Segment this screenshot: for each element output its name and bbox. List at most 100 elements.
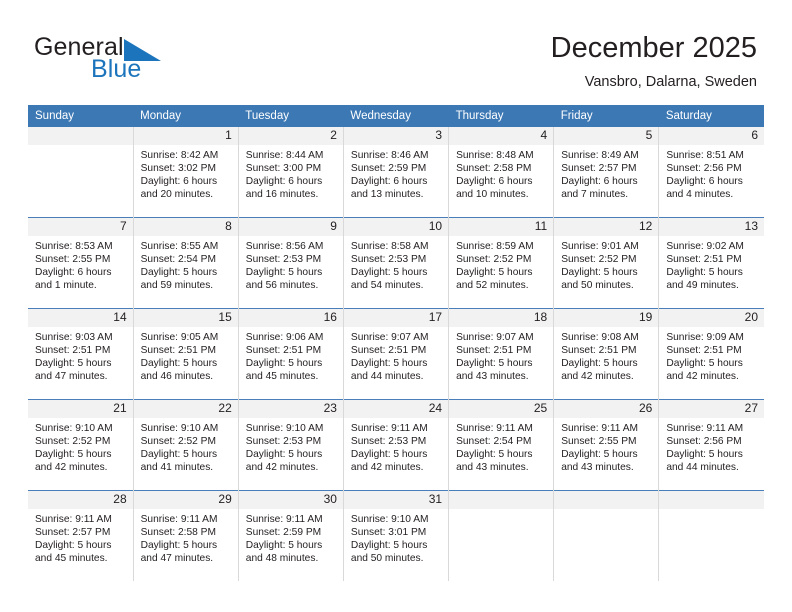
sunrise-text: Sunrise: 9:01 AM: [561, 241, 639, 252]
calendar-day-cell[interactable]: 7 Sunrise: 8:53 AM Sunset: 2:55 PM Daylight…: [28, 217, 134, 309]
calendar-week-row: 21 Sunrise: 9:10 AM Sunset: 2:52 PM Dayligh…: [28, 399, 764, 491]
daylight-text: Daylight: 5 hours: [350, 267, 428, 279]
calendar-day-cell[interactable]: 23 Sunrise: 9:10 AM Sunset: 2:53 PM Dayligh…: [238, 399, 344, 491]
day-number: 26: [554, 400, 659, 418]
calendar-day-cell[interactable]: 25 Sunrise: 9:11 AM Sunset: 2:54 PM Dayligh…: [448, 399, 555, 491]
daylight-text: Daylight: 5 hours: [140, 358, 218, 370]
day-cell-inner: [554, 491, 659, 581]
day-details: Sunrise: 9:10 AM Sunset: 3:01 PM Daylight:…: [344, 509, 448, 565]
day-cell-inner: 2 Sunrise: 8:44 AM Sunset: 3:00 PM Daylight…: [238, 127, 343, 217]
daylight-text: Daylight: 5 hours: [35, 540, 112, 552]
day-details: Sunrise: 9:11 AM Sunset: 2:56 PM Daylight:…: [659, 418, 764, 474]
sunrise-text: Sunrise: 8:42 AM: [140, 150, 219, 161]
sunrise-text: Sunrise: 8:59 AM: [456, 241, 534, 252]
calendar-day-cell[interactable]: 24 Sunrise: 9:11 AM Sunset: 2:53 PM Dayligh…: [343, 399, 450, 491]
day-details: Sunrise: 9:10 AM Sunset: 2:52 PM Daylight:…: [134, 418, 238, 474]
calendar-day-cell[interactable]: 14 Sunrise: 9:03 AM Sunset: 2:51 PM Dayligh…: [28, 308, 134, 400]
day-cell-inner: 21 Sunrise: 9:10 AM Sunset: 2:52 PM Dayligh…: [28, 400, 133, 490]
calendar-day-cell[interactable]: 2 Sunrise: 8:44 AM Sunset: 3:00 PM Daylight…: [238, 127, 344, 218]
calendar-day-cell[interactable]: 30 Sunrise: 9:11 AM Sunset: 2:59 PM Dayligh…: [238, 490, 344, 581]
calendar-day-cell[interactable]: 15 Sunrise: 9:05 AM Sunset: 2:51 PM Dayligh…: [133, 308, 239, 400]
day-number: 27: [659, 400, 764, 418]
calendar-day-cell[interactable]: 17 Sunrise: 9:07 AM Sunset: 2:51 PM Dayligh…: [343, 308, 450, 400]
calendar-day-cell[interactable]: 22 Sunrise: 9:10 AM Sunset: 2:52 PM Dayligh…: [133, 399, 239, 491]
sunset-text: Sunset: 3:01 PM: [350, 527, 427, 539]
daylight-text: and 50 minutes.: [561, 280, 634, 292]
day-cell-inner: 10 Sunrise: 8:58 AM Sunset: 2:53 PM Dayligh…: [343, 218, 449, 308]
calendar-day-cell[interactable]: 19 Sunrise: 9:08 AM Sunset: 2:51 PM Dayligh…: [553, 308, 660, 400]
calendar-day-cell[interactable]: 16 Sunrise: 9:06 AM Sunset: 2:51 PM Dayligh…: [238, 308, 344, 400]
calendar-day-cell[interactable]: 18 Sunrise: 9:07 AM Sunset: 2:51 PM Dayligh…: [448, 308, 555, 400]
daylight-text: and 47 minutes.: [140, 553, 214, 565]
day-details: Sunrise: 9:03 AM Sunset: 2:51 PM Daylight:…: [28, 327, 133, 383]
weekday-header-wednesday: Wednesday: [343, 105, 449, 127]
daylight-text: Daylight: 6 hours: [140, 176, 218, 188]
daylight-text: and 42 minutes.: [561, 371, 634, 383]
day-cell-inner: 18 Sunrise: 9:07 AM Sunset: 2:51 PM Dayligh…: [449, 309, 554, 399]
day-number: 12: [554, 218, 659, 236]
calendar-day-cell[interactable]: 21 Sunrise: 9:10 AM Sunset: 2:52 PM Dayligh…: [28, 399, 134, 491]
sunset-text: Sunset: 2:58 PM: [456, 163, 532, 175]
daylight-text: and 42 minutes.: [35, 462, 108, 474]
daylight-text: Daylight: 5 hours: [456, 449, 533, 461]
calendar-day-cell[interactable]: 3 Sunrise: 8:46 AM Sunset: 2:59 PM Daylight…: [343, 127, 450, 218]
daylight-text: Daylight: 5 hours: [350, 449, 428, 461]
day-details: Sunrise: 9:11 AM Sunset: 2:55 PM Daylight:…: [554, 418, 658, 474]
sunrise-text: Sunrise: 9:07 AM: [456, 332, 534, 343]
calendar-day-cell[interactable]: 29 Sunrise: 9:11 AM Sunset: 2:58 PM Dayligh…: [133, 490, 239, 581]
calendar-day-cell[interactable]: 28 Sunrise: 9:11 AM Sunset: 2:57 PM Dayligh…: [28, 490, 134, 581]
day-number: 6: [659, 127, 764, 145]
sunrise-text: Sunrise: 9:11 AM: [456, 423, 533, 434]
day-details: [554, 509, 658, 513]
calendar-day-cell[interactable]: 27 Sunrise: 9:11 AM Sunset: 2:56 PM Dayligh…: [658, 399, 764, 491]
day-cell-inner: 19 Sunrise: 9:08 AM Sunset: 2:51 PM Dayligh…: [554, 309, 659, 399]
daylight-text: Daylight: 5 hours: [35, 449, 112, 461]
weekday-header-saturday: Saturday: [658, 105, 764, 127]
calendar-day-cell[interactable]: 1 Sunrise: 8:42 AM Sunset: 3:02 PM Daylight…: [133, 127, 239, 218]
day-number: 1: [133, 127, 238, 145]
calendar-day-cell[interactable]: 20 Sunrise: 9:09 AM Sunset: 2:51 PM Dayligh…: [658, 308, 764, 400]
sunset-text: Sunset: 2:51 PM: [456, 345, 532, 357]
calendar-day-cell[interactable]: 11 Sunrise: 8:59 AM Sunset: 2:52 PM Dayligh…: [448, 217, 555, 309]
calendar-day-cell[interactable]: 13 Sunrise: 9:02 AM Sunset: 2:51 PM Dayligh…: [658, 217, 764, 309]
daylight-text: and 42 minutes.: [245, 462, 319, 474]
day-details: Sunrise: 9:11 AM Sunset: 2:54 PM Daylight:…: [449, 418, 553, 474]
calendar-day-cell[interactable]: 8 Sunrise: 8:55 AM Sunset: 2:54 PM Daylight…: [133, 217, 239, 309]
day-number: 31: [343, 491, 449, 509]
day-details: Sunrise: 9:02 AM Sunset: 2:51 PM Daylight:…: [659, 236, 764, 292]
sunrise-text: Sunrise: 8:44 AM: [245, 150, 324, 161]
calendar-day-cell[interactable]: 31 Sunrise: 9:10 AM Sunset: 3:01 PM Dayligh…: [343, 490, 450, 581]
day-cell-inner: 5 Sunrise: 8:49 AM Sunset: 2:57 PM Daylight…: [554, 127, 659, 217]
brand-name-blue: Blue: [91, 55, 142, 83]
calendar-day-cell[interactable]: 6 Sunrise: 8:51 AM Sunset: 2:56 PM Daylight…: [658, 127, 764, 218]
daylight-text: Daylight: 5 hours: [456, 267, 533, 279]
sunset-text: Sunset: 2:51 PM: [666, 254, 742, 266]
calendar-day-cell[interactable]: 5 Sunrise: 8:49 AM Sunset: 2:57 PM Daylight…: [553, 127, 660, 218]
day-details: Sunrise: 8:44 AM Sunset: 3:00 PM Daylight:…: [239, 145, 343, 201]
sunrise-text: Sunrise: 9:09 AM: [666, 332, 744, 343]
sunset-text: Sunset: 2:51 PM: [561, 345, 637, 357]
day-details: Sunrise: 9:11 AM Sunset: 2:57 PM Daylight:…: [28, 509, 133, 565]
day-number: 10: [343, 218, 449, 236]
daylight-text: and 45 minutes.: [35, 553, 108, 565]
day-cell-inner: 7 Sunrise: 8:53 AM Sunset: 2:55 PM Daylight…: [28, 218, 133, 308]
day-cell-inner: 28 Sunrise: 9:11 AM Sunset: 2:57 PM Dayligh…: [28, 491, 133, 581]
weekday-header-friday: Friday: [553, 105, 659, 127]
brand-logo[interactable]: General Blue: [34, 34, 274, 90]
calendar-day-cell[interactable]: 9 Sunrise: 8:56 AM Sunset: 2:53 PM Daylight…: [238, 217, 344, 309]
sunset-text: Sunset: 2:58 PM: [140, 527, 216, 539]
calendar-day-cell[interactable]: 26 Sunrise: 9:11 AM Sunset: 2:55 PM Dayligh…: [553, 399, 660, 491]
calendar-empty-cell: [448, 490, 555, 581]
day-number: [659, 491, 764, 509]
day-number: 16: [238, 309, 343, 327]
day-details: [659, 509, 764, 513]
calendar-day-cell[interactable]: 12 Sunrise: 9:01 AM Sunset: 2:52 PM Dayligh…: [553, 217, 660, 309]
calendar-day-cell[interactable]: 4 Sunrise: 8:48 AM Sunset: 2:58 PM Daylight…: [448, 127, 555, 218]
day-cell-inner: 4 Sunrise: 8:48 AM Sunset: 2:58 PM Daylight…: [449, 127, 554, 217]
day-details: [449, 509, 553, 513]
day-number: 15: [133, 309, 238, 327]
sunrise-text: Sunrise: 9:11 AM: [561, 423, 639, 434]
calendar-week-row: 28 Sunrise: 9:11 AM Sunset: 2:57 PM Dayligh…: [28, 490, 764, 581]
day-number: 18: [449, 309, 554, 327]
calendar-day-cell[interactable]: 10 Sunrise: 8:58 AM Sunset: 2:53 PM Dayligh…: [343, 217, 450, 309]
